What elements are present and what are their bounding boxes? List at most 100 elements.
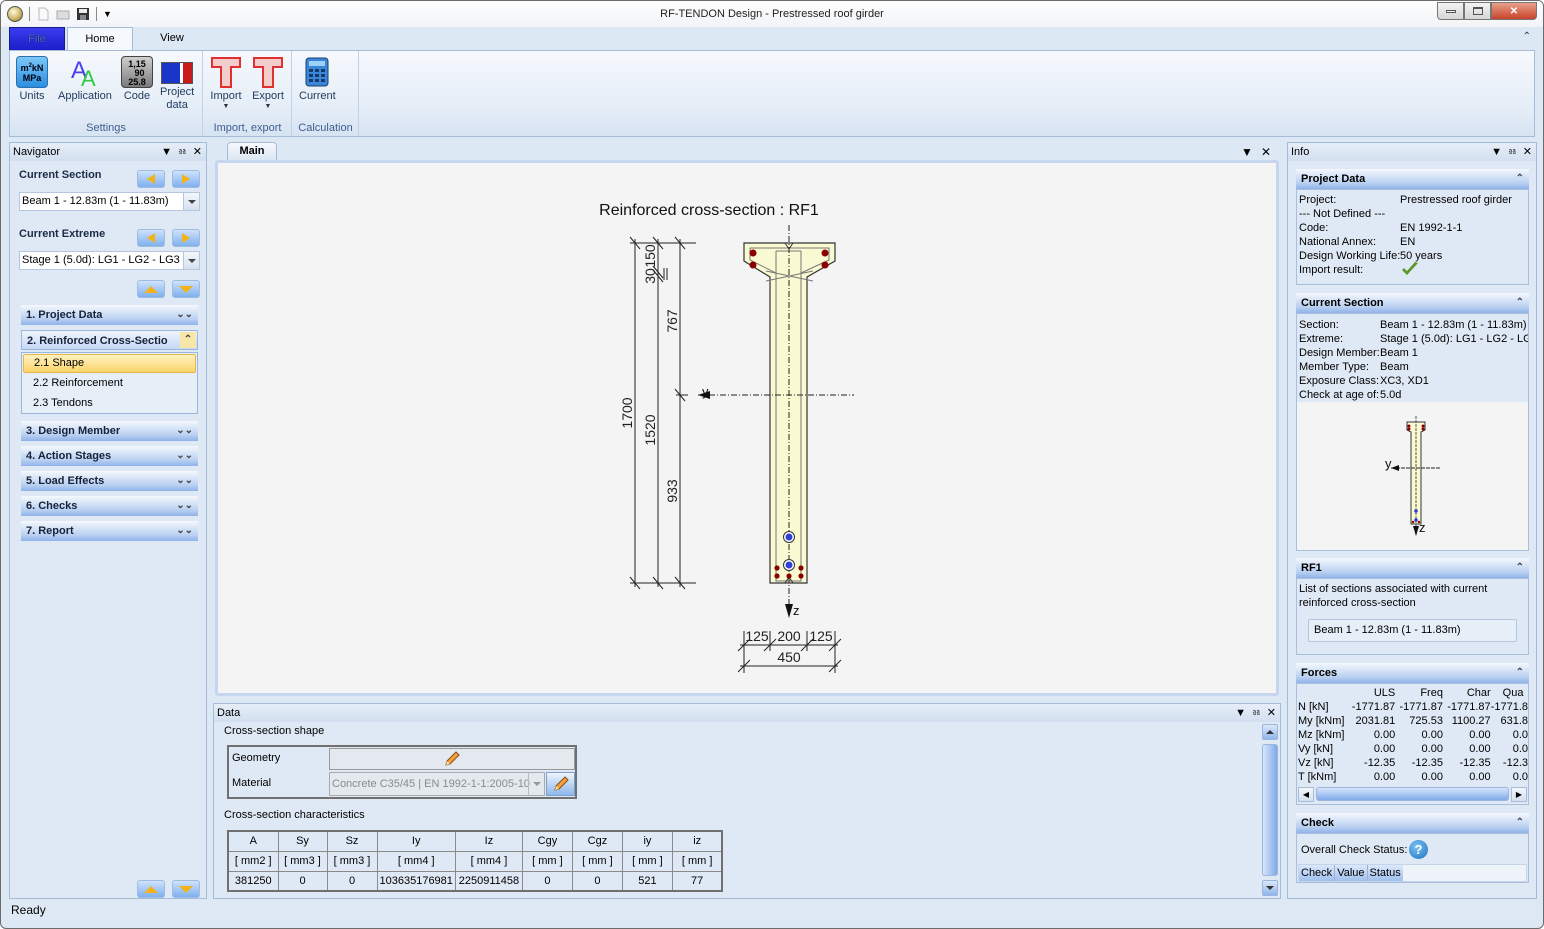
panel-menu-icon[interactable]: ▼ (161, 143, 172, 161)
rebar (774, 573, 780, 579)
current-section-select[interactable]: Beam 1 - 12.83m (1 - 11.83m) (19, 192, 200, 211)
nav-bottom-up-button[interactable] (137, 880, 165, 898)
drawing-canvas[interactable]: Reinforced cross-section : RF1 y z 1700 … (215, 160, 1279, 696)
pin-icon[interactable]: ⎂ (1252, 704, 1261, 722)
project-data-button[interactable]: Project data (160, 56, 194, 112)
check-column-header[interactable]: Check (1299, 865, 1336, 881)
pin-icon[interactable]: ⎂ (178, 143, 187, 161)
collapse-icon[interactable]: ⌃ (1516, 558, 1524, 578)
dim-767: 767 (664, 309, 680, 333)
dim-125-left: 125 (745, 628, 769, 644)
current-calculation-button[interactable]: Current (299, 56, 336, 103)
nav-section-report[interactable]: 7. Report ⌄⌄ (21, 521, 198, 541)
export-button[interactable]: Export ▼ (252, 56, 284, 111)
prev-section-button[interactable] (137, 170, 165, 188)
help-icon[interactable]: ? (1409, 840, 1428, 859)
code-button[interactable]: 1,15 90 25.8 Code (121, 56, 153, 103)
close-icon[interactable]: ✕ (1523, 143, 1532, 161)
nav-section-label: 2. Reinforced Cross-Sectio (27, 335, 168, 347)
tab-home[interactable]: Home (67, 27, 133, 51)
value-column-header[interactable]: Value (1335, 865, 1368, 881)
nav-section-design-member[interactable]: 3. Design Member ⌄⌄ (21, 421, 198, 441)
import-button[interactable]: Import ▼ (210, 56, 242, 111)
document-menu-icon[interactable]: ▼ (1241, 145, 1253, 159)
nav-section-load-effects[interactable]: 5. Load Effects ⌄⌄ (21, 471, 198, 491)
column-unit: [ mm3 ] (277, 850, 328, 872)
scroll-down-button[interactable] (1262, 880, 1278, 896)
info-value: Stage 1 (5.0d): LG1 - LG2 - LG3 (1380, 333, 1529, 345)
collapse-icon[interactable]: ⌃ (1516, 663, 1524, 683)
nav-down-button[interactable] (172, 280, 200, 298)
info-value: Prestressed roof girder (1400, 194, 1512, 206)
panel-menu-icon[interactable]: ▼ (1491, 143, 1502, 161)
nav-item-reinforcement[interactable]: 2.2 Reinforcement (22, 373, 197, 393)
nav-up-button[interactable] (137, 280, 165, 298)
scroll-right-button[interactable]: ▶ (1511, 786, 1527, 802)
nav-section-reinforced-cross-section[interactable]: 2. Reinforced Cross-Sectio ⌃ (21, 330, 198, 350)
tab-file[interactable]: File (9, 27, 65, 51)
nav-item-tendons[interactable]: 2.3 Tendons (22, 393, 197, 413)
data-panel-scrollbar[interactable] (1262, 724, 1278, 896)
nav-section-action-stages[interactable]: 4. Action Stages ⌄⌄ (21, 446, 198, 466)
column-unit: [ mm ] (671, 850, 723, 872)
forces-horizontal-scrollbar[interactable]: ◀ ▶ (1298, 786, 1527, 802)
scroll-thumb[interactable] (1262, 744, 1278, 876)
dim-30: 30 (642, 268, 658, 284)
material-select[interactable]: Concrete C35/45 | EN 1992-1-1:2005-10 (329, 772, 545, 796)
column-header: iz (671, 830, 723, 852)
check-section-header[interactable]: Check ⌃ (1296, 813, 1529, 833)
forces-column-header: Qua (1502, 687, 1524, 699)
current-section-value: Beam 1 - 12.83m (1 - 11.83m) (22, 195, 169, 207)
collapse-icon[interactable]: ⌃ (1516, 169, 1524, 189)
close-icon[interactable]: ✕ (1267, 704, 1276, 722)
project-data-section-header[interactable]: Project Data ⌃ (1296, 169, 1529, 189)
chevron-down-icon[interactable] (183, 252, 199, 269)
minimize-button[interactable] (1437, 2, 1464, 20)
pin-icon[interactable]: ⎂ (1508, 143, 1517, 161)
scroll-left-button[interactable]: ◀ (1298, 786, 1314, 802)
scroll-up-button[interactable] (1262, 724, 1278, 740)
chevron-down-icon[interactable] (183, 193, 199, 210)
prev-extreme-button[interactable] (137, 229, 165, 247)
chevron-down-icon[interactable] (528, 773, 544, 795)
units-button[interactable]: m2kN MPa Units (16, 56, 48, 103)
status-column-header[interactable]: Status (1367, 865, 1403, 881)
edit-geometry-button[interactable] (329, 748, 575, 770)
collapse-icon[interactable]: ⌃ (1516, 293, 1524, 313)
close-icon[interactable]: ✕ (193, 143, 202, 161)
force-value: -12.3 (1502, 757, 1528, 769)
force-value: -1771.87 (1447, 701, 1491, 713)
force-value: 0.00 (1421, 743, 1443, 755)
edit-material-button[interactable] (546, 772, 575, 796)
panel-menu-icon[interactable]: ▼ (1235, 704, 1246, 722)
collapse-icon[interactable]: ⌃ (1516, 813, 1524, 833)
nav-section-project-data[interactable]: 1. Project Data ⌄⌄ (21, 305, 198, 325)
rf1-description: List of sections associated with current… (1299, 583, 1488, 609)
rf1-section-header[interactable]: RF1 ⌃ (1296, 558, 1529, 578)
rf1-section-list-item[interactable]: Beam 1 - 12.83m (1 - 11.83m) (1308, 619, 1517, 642)
close-document-icon[interactable]: ✕ (1261, 145, 1271, 159)
maximize-button[interactable] (1464, 2, 1491, 20)
nav-section-checks[interactable]: 6. Checks ⌄⌄ (21, 496, 198, 516)
next-extreme-button[interactable] (172, 229, 200, 247)
info-row: Project: Prestressed roof girder (1299, 193, 1512, 207)
current-section-section-header[interactable]: Current Section ⌃ (1296, 293, 1529, 313)
application-button[interactable]: AA Application (58, 56, 112, 103)
section-thumbnail-drawing: y z (1385, 416, 1441, 536)
tab-view[interactable]: View (147, 27, 197, 51)
nav-item-shape[interactable]: 2.1 Shape (23, 354, 196, 373)
collapse-icon[interactable]: ⌃ (180, 332, 196, 348)
current-extreme-select[interactable]: Stage 1 (5.0d): LG1 - LG2 - LG3 (19, 251, 200, 270)
close-button[interactable]: ✕ (1491, 2, 1537, 20)
cell-value: 2250911458 (454, 870, 523, 892)
next-section-button[interactable] (172, 170, 200, 188)
nav-bottom-down-button[interactable] (172, 880, 200, 898)
info-value: Beam 1 (1380, 347, 1418, 359)
data-panel: Data ▼ ⎂ ✕ Cross-section shape Geometry … (213, 703, 1281, 899)
collapse-ribbon-icon[interactable]: ⌃ (1523, 31, 1531, 42)
forces-section-header[interactable]: Forces ⌃ (1296, 663, 1529, 683)
expand-icon: ⌄⌄ (176, 500, 193, 511)
tab-main[interactable]: Main (227, 142, 277, 160)
force-value: -12.35 (1364, 757, 1396, 769)
scroll-thumb[interactable] (1316, 787, 1509, 801)
